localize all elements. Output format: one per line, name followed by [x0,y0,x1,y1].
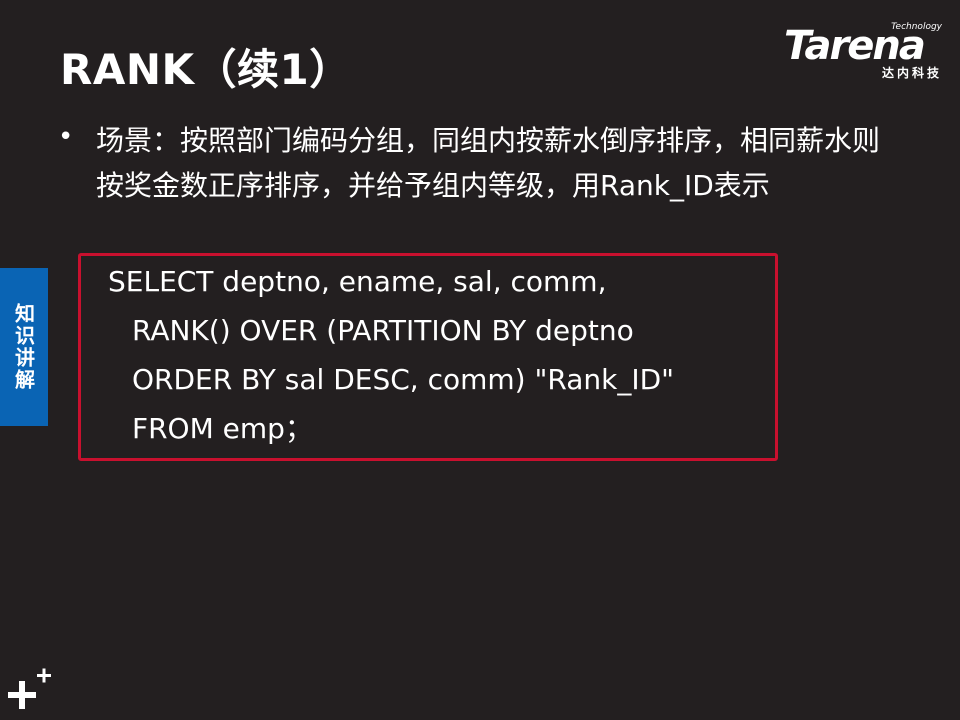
side-tab-knowledge: 知识讲解 [0,268,48,426]
code-line-2: RANK() OVER (PARTITION BY deptno [132,314,634,347]
plus-plus-icon [8,668,51,709]
logo-wordmark: Tarena [784,23,926,69]
slide-title: RANK（续1） [60,45,352,94]
side-tab-label: 知识讲解 [11,303,36,391]
bullet-dot-icon: • [58,122,74,152]
code-line-4: FROM emp； [132,412,313,445]
tarena-logo: Technology Tarena 达内科技 [780,22,948,84]
bullet-text: 场景：按照部门编码分组，同组内按薪水倒序排序，相同薪水则按奖金数正序排序，并给予… [96,124,881,202]
code-line-3: ORDER BY sal DESC, comm) "Rank_ID" [132,363,675,396]
code-line-1: SELECT deptno, ename, sal, comm, [108,265,607,298]
logo-chinese-text: 达内科技 [881,66,942,80]
